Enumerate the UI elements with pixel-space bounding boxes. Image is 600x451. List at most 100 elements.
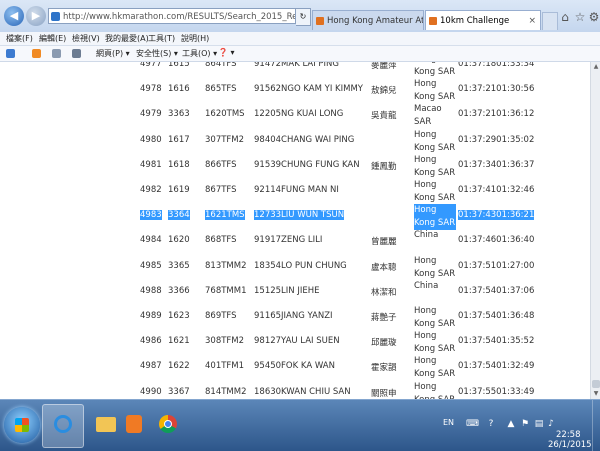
page-menu-button[interactable]: 網頁(P) ▾ — [96, 48, 130, 59]
table-row: 4986 1621 308TFM2 98127YAU LAI SUEN 邱麗璇 Hong … — [0, 330, 590, 354]
feeds-icon[interactable] — [32, 49, 41, 58]
rank-cell: 4977 — [140, 62, 162, 69]
country-cell: Hong Kong SAR — [414, 129, 456, 153]
chinese-name-cell: 鍾鳳勤 — [371, 161, 397, 172]
results-table: 4977 1615 864TFS 91472MAK LAI PING 麥麗萍 Hong K… — [0, 62, 590, 399]
country-cell: China — [414, 280, 439, 291]
taskbar-chrome-icon[interactable] — [148, 404, 188, 446]
chinese-name-cell: 盧本聰 — [371, 262, 397, 273]
chinese-name-cell: 敖錦兒 — [371, 86, 397, 97]
time-cell: 01:37:2101:36:12 — [458, 109, 535, 120]
category-rank-cell: 3363 — [168, 109, 190, 120]
rank-cell: 4980 — [140, 134, 162, 145]
search-icon[interactable]: ↻ — [296, 8, 311, 26]
flag-icon[interactable]: ⚑ — [520, 419, 530, 429]
country-cell: China — [414, 230, 439, 241]
menu-edit[interactable]: 編輯(E) — [39, 33, 66, 44]
scroll-thumb[interactable] — [592, 380, 600, 388]
favorites-star-icon[interactable]: ☆ — [573, 10, 587, 24]
tab-label: Hong Kong Amateur Athletic... — [327, 16, 424, 26]
command-bar: 網頁(P) ▾ 安全性(S) ▾ 工具(O) ▾ ❓ ▾ — [0, 46, 600, 62]
clock-time[interactable]: 22:58 — [556, 430, 581, 440]
rank-cell: 4989 — [140, 311, 162, 321]
taskbar-ie-icon[interactable] — [42, 404, 84, 448]
system-tray: EN ⌨ ? ▲ ⚑ ▤ ♪ 22:58 26/1/2015 — [440, 400, 600, 451]
menu-file[interactable]: 檔案(F) — [6, 33, 33, 44]
taskbar: EN ⌨ ? ▲ ⚑ ▤ ♪ 22:58 26/1/2015 — [0, 399, 600, 451]
start-button[interactable] — [4, 407, 40, 443]
clock-date[interactable]: 26/1/2015 — [548, 440, 592, 450]
tab-10km-challenge[interactable]: 10km Challenge × — [425, 10, 541, 30]
menu-help[interactable]: 說明(H) — [181, 33, 209, 44]
menu-view[interactable]: 檢視(V) — [72, 33, 100, 44]
scroll-up-icon[interactable]: ▲ — [591, 62, 600, 72]
time-cell: 01:37:2101:30:56 — [458, 84, 535, 95]
category-rank-cell: 1619 — [168, 185, 190, 195]
language-indicator[interactable]: EN — [443, 418, 454, 427]
gear-icon[interactable]: ⚙ — [587, 10, 600, 24]
close-tab-icon[interactable]: × — [528, 11, 536, 30]
category-rank-cell: 3364 — [168, 210, 190, 221]
browser-toolbar: ◀ ▶ http://www.hkmarathon.com/RESULTS/Se… — [0, 0, 600, 33]
category-rank-cell: 1615 — [168, 62, 190, 69]
rank-cell: 4988 — [140, 285, 162, 296]
category-rank-cell: 1620 — [168, 235, 190, 246]
show-desktop-button[interactable] — [592, 400, 600, 451]
rank-cell: 4985 — [140, 260, 162, 271]
table-row: 4983 3364 1621TMS 12733LIU WUN TSUN Hong Kon… — [0, 204, 590, 231]
help-icon[interactable]: ? — [486, 419, 496, 429]
table-row: 4982 1619 867TFS 92114FUNG MAN NI Hong Kong … — [0, 179, 590, 203]
address-bar[interactable]: http://www.hkmarathon.com/RESULTS/Search… — [48, 8, 296, 24]
network-icon[interactable]: ▤ — [534, 419, 544, 429]
print-icon[interactable] — [72, 49, 81, 58]
category-rank-cell: 1623 — [168, 311, 190, 321]
bib-cell: 768TMM1 — [205, 285, 247, 296]
table-row: 4990 3367 814TMM2 18630KWAN CHIU SAN 關照申 Hong… — [0, 381, 590, 399]
home-icon[interactable]: ⌂ — [558, 10, 572, 24]
new-tab-button[interactable] — [542, 12, 558, 30]
tab-favicon-icon — [429, 17, 437, 25]
volume-icon[interactable]: ♪ — [546, 419, 556, 429]
menu-bar: 檔案(F) 編輯(E) 檢視(V) 我的最愛(A) 工具(T) 說明(H) — [0, 32, 600, 46]
country-cell: Hong Kong SAR — [414, 255, 456, 279]
scroll-down-icon[interactable]: ▼ — [591, 389, 600, 399]
vertical-scrollbar[interactable]: ▲ ▼ — [590, 62, 600, 399]
category-rank-cell: 1618 — [168, 159, 190, 170]
rank-cell: 4990 — [140, 386, 162, 397]
rank-cell: 4978 — [140, 84, 162, 95]
show-hidden-icons[interactable]: ▲ — [506, 419, 516, 429]
bib-cell: 307TFM2 — [205, 134, 245, 145]
table-row: 4978 1616 865TFS 91562NGO KAM YI KIMMY 敖錦兒 Ho… — [0, 78, 590, 102]
safety-menu-button[interactable]: 安全性(S) ▾ — [136, 48, 178, 59]
category-rank-cell: 1616 — [168, 84, 190, 95]
table-row: 4979 3363 1620TMS 12205NG KUAI LONG 吳貴龍 Macao… — [0, 103, 590, 127]
bib-cell: 869TFS — [205, 311, 237, 321]
time-cell: 01:37:3401:36:37 — [458, 159, 535, 170]
bib-cell: 308TFM2 — [205, 336, 245, 347]
bib-cell: 1621TMS — [205, 210, 245, 221]
favorites-icon[interactable] — [6, 49, 15, 58]
name-cell: 95450FOK KA WAN — [254, 361, 335, 372]
tools-menu-button[interactable]: 工具(O) ▾ — [182, 48, 217, 59]
table-row: 4984 1620 868TFS 91917ZENG LILI 曾麗麗 China 01:3… — [0, 229, 590, 249]
back-button[interactable]: ◀ — [4, 6, 24, 26]
help-menu-button[interactable]: ❓ ▾ — [218, 48, 235, 57]
bib-cell: 1620TMS — [205, 109, 245, 120]
mail-icon[interactable] — [52, 49, 61, 58]
country-cell: Hong Kong SAR — [414, 62, 456, 77]
country-cell: Hong Kong SAR — [414, 180, 456, 203]
forward-button[interactable]: ▶ — [26, 6, 46, 26]
folder-icon — [96, 417, 116, 432]
tab-hkaaa[interactable]: Hong Kong Amateur Athletic... — [312, 10, 424, 30]
keyboard-icon[interactable]: ⌨ — [466, 419, 479, 429]
menu-tools[interactable]: 工具(T) — [148, 33, 175, 44]
chinese-name-cell: 霍家韻 — [371, 363, 397, 374]
category-rank-cell: 3366 — [168, 285, 190, 296]
rank-cell: 4982 — [140, 185, 162, 195]
time-cell: 01:37:5401:35:52 — [458, 336, 535, 347]
menu-favorites[interactable]: 我的最愛(A) — [105, 33, 149, 44]
chinese-name-cell: 蔣艷子 — [371, 313, 397, 323]
tab-label: 10km Challenge — [440, 16, 510, 26]
table-row: 4977 1615 864TFS 91472MAK LAI PING 麥麗萍 Hong K… — [0, 62, 590, 77]
chinese-name-cell: 關照申 — [371, 388, 397, 399]
